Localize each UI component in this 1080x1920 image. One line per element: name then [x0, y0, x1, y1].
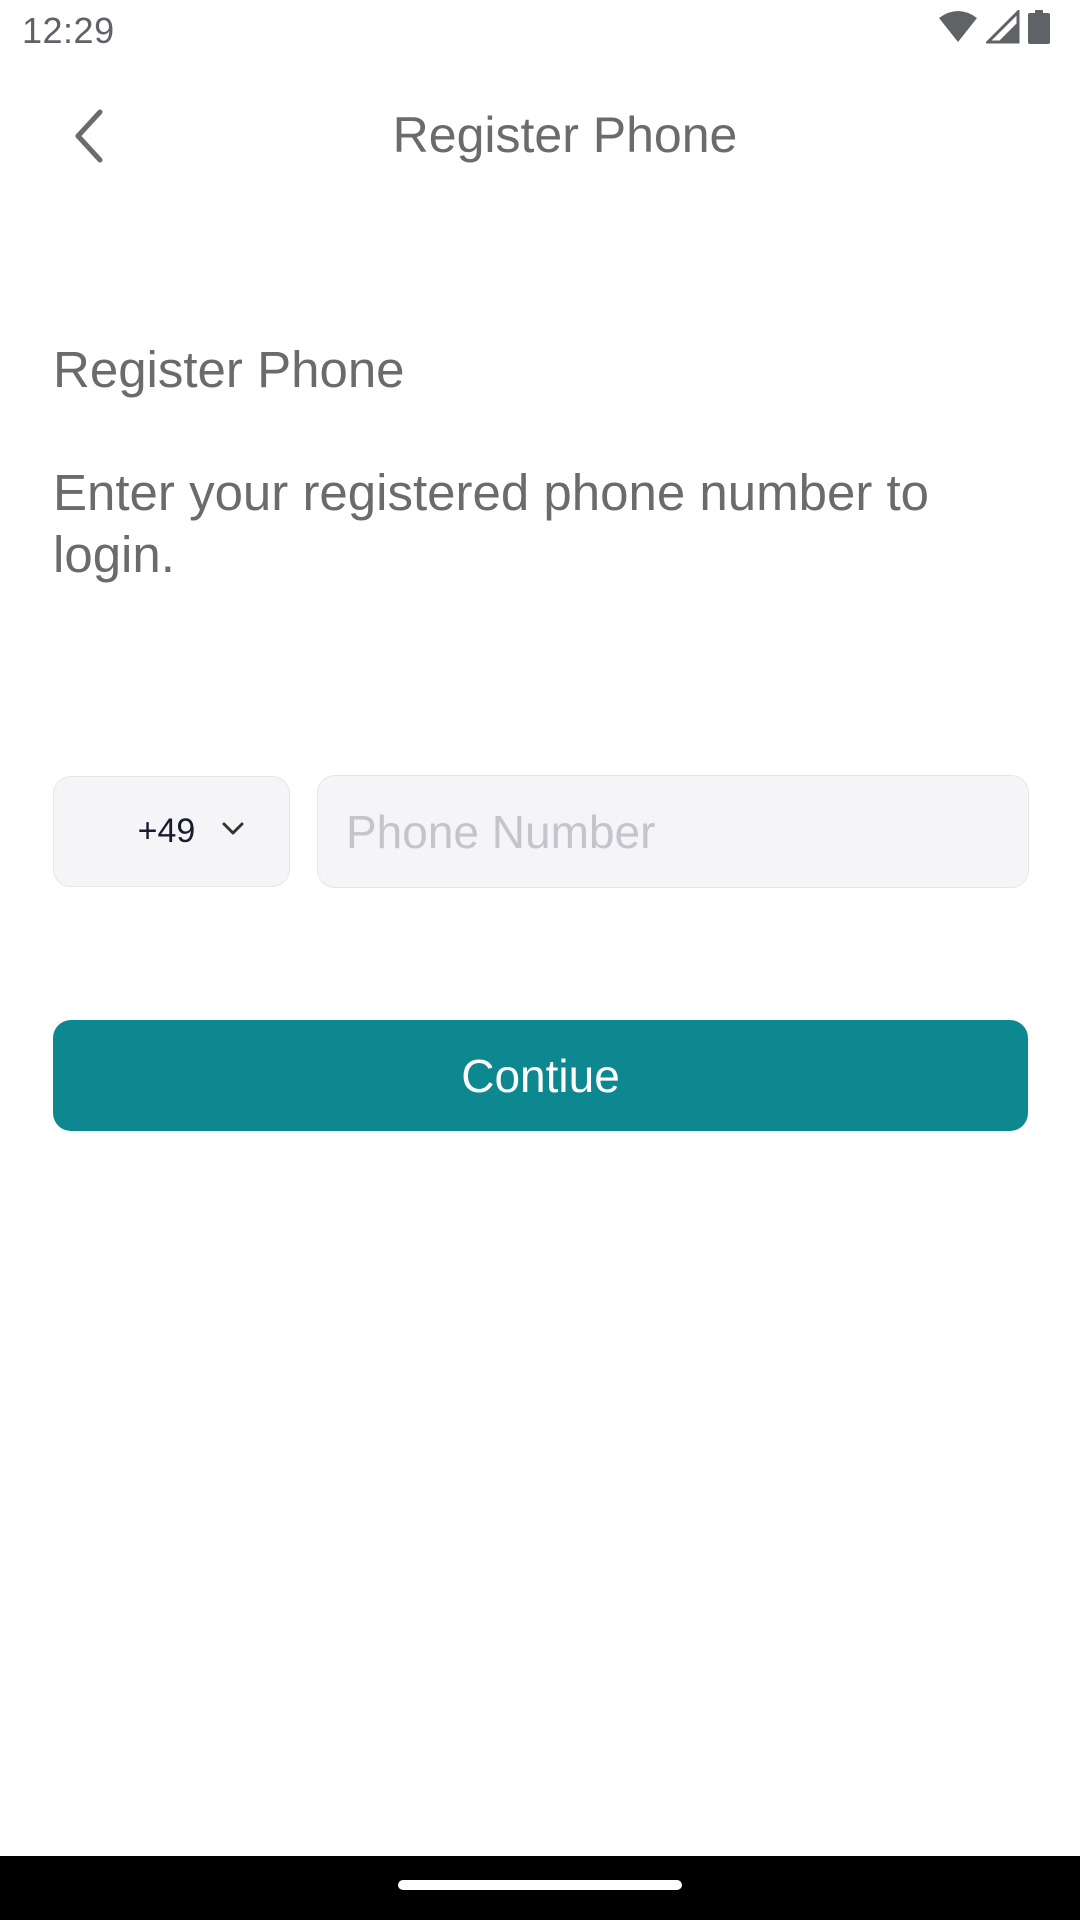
chevron-down-icon [221, 821, 245, 842]
signal-icon [986, 10, 1020, 44]
phone-number-input[interactable] [318, 776, 1028, 887]
phone-input-container [317, 775, 1029, 888]
country-code-value: +49 [137, 812, 196, 850]
navigation-bar [0, 1856, 1080, 1920]
section-heading: Register Phone [53, 341, 405, 398]
page-title: Register Phone [392, 107, 738, 163]
country-code-dropdown[interactable]: +49 [53, 776, 290, 887]
battery-icon [1028, 10, 1050, 44]
status-icons [938, 10, 1050, 44]
register-phone-screen: 12:29 Register Phone Register Phone Ente… [0, 0, 1080, 1920]
continue-button[interactable]: Contiue [53, 1020, 1028, 1131]
wifi-icon [938, 10, 978, 44]
app-bar: Register Phone [0, 80, 1080, 190]
status-time: 12:29 [22, 10, 115, 51]
status-bar: 12:29 [0, 0, 1080, 64]
instruction-text: Enter your registered phone number to lo… [53, 464, 930, 583]
home-gesture-handle[interactable] [398, 1880, 682, 1890]
